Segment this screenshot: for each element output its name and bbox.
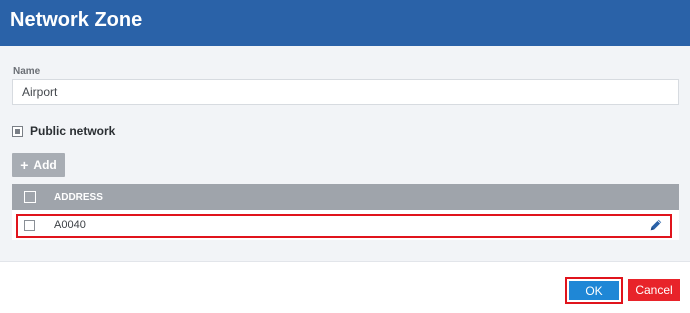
table-header: ADDRESS xyxy=(12,184,679,210)
public-network-checkbox[interactable] xyxy=(12,125,23,137)
select-all-checkbox[interactable] xyxy=(24,191,36,203)
dialog-body: Name Airport Public network + Add ADDRES… xyxy=(0,46,690,262)
ok-button[interactable]: OK xyxy=(569,281,619,300)
public-network-option[interactable]: Public network xyxy=(12,124,115,138)
dialog-title: Network Zone xyxy=(10,9,143,31)
add-button[interactable]: + Add xyxy=(12,153,65,177)
name-input-value: Airport xyxy=(22,85,58,99)
table-row[interactable]: A0040 xyxy=(12,210,679,240)
pencil-icon[interactable] xyxy=(649,218,663,232)
column-header-address: ADDRESS xyxy=(54,192,103,203)
add-button-label: Add xyxy=(33,158,57,172)
name-label: Name xyxy=(13,66,41,77)
row-address: A0040 xyxy=(54,219,86,231)
dialog-header: Network Zone xyxy=(0,0,690,46)
public-network-label: Public network xyxy=(30,124,116,138)
row-checkbox[interactable] xyxy=(24,220,35,231)
cancel-button[interactable]: Cancel xyxy=(628,279,680,301)
name-input[interactable]: Airport xyxy=(12,79,679,105)
plus-icon: + xyxy=(20,157,29,173)
ok-button-highlight: OK xyxy=(565,277,623,304)
row-highlight-annotation xyxy=(16,214,672,238)
